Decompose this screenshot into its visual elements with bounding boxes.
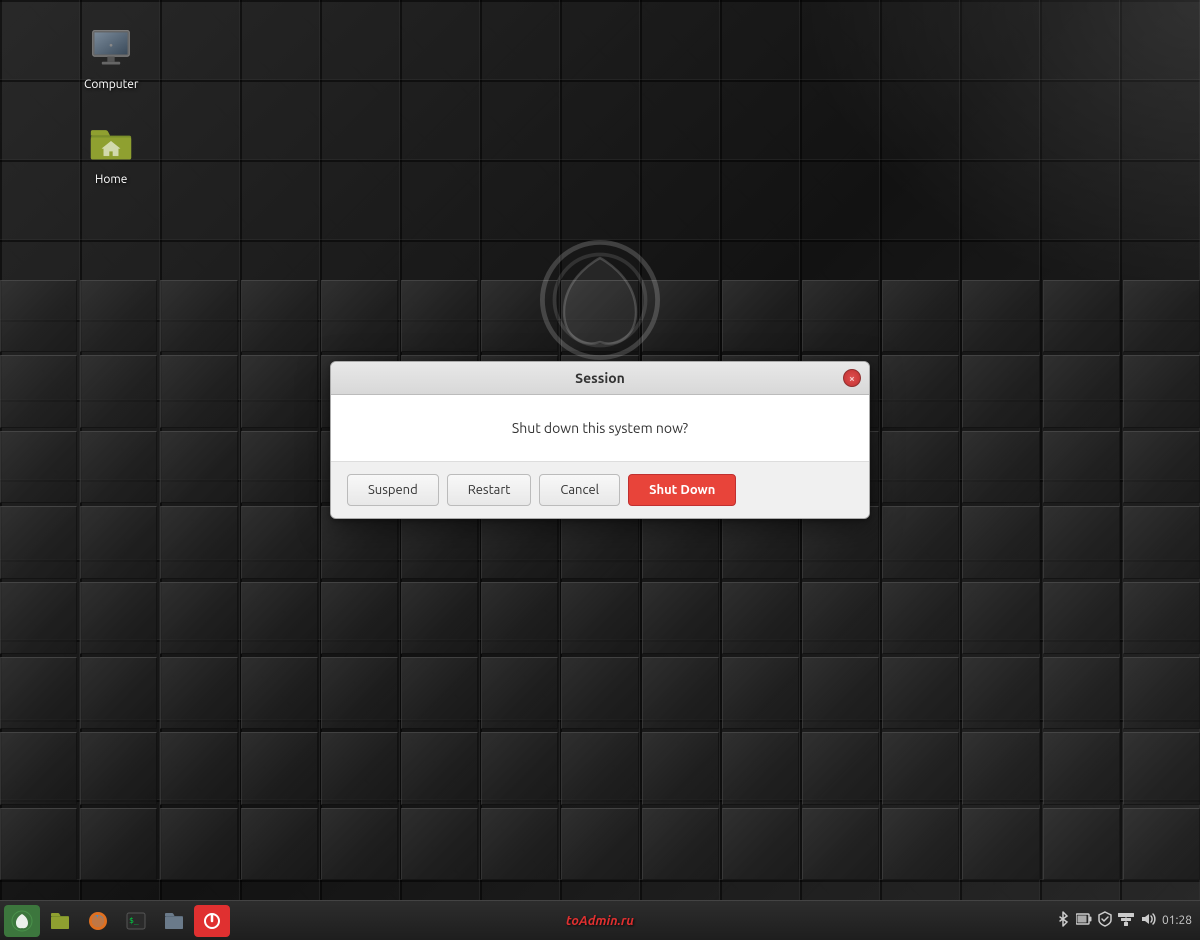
network-symbol [1118, 912, 1134, 926]
close-button[interactable]: × [843, 369, 861, 387]
restart-button[interactable]: Restart [447, 474, 532, 506]
battery-icon[interactable] [1076, 912, 1092, 929]
volume-symbol [1140, 912, 1156, 926]
terminal-icon: $_ [126, 911, 146, 931]
firefox-icon [88, 911, 108, 931]
bluetooth-icon[interactable] [1056, 910, 1070, 931]
session-dialog: Session × Shut down this system now? Sus… [330, 361, 870, 519]
volume-icon[interactable] [1140, 912, 1156, 929]
suspend-button[interactable]: Suspend [347, 474, 439, 506]
close-icon: × [849, 373, 855, 384]
power-icon [202, 911, 222, 931]
modal-overlay: Session × Shut down this system now? Sus… [0, 0, 1200, 940]
taskbar: $_ toAdmin.ru [0, 900, 1200, 940]
files2-icon [164, 911, 184, 931]
shield-symbol [1098, 911, 1112, 927]
cancel-button[interactable]: Cancel [539, 474, 620, 506]
firefox-button[interactable] [80, 905, 116, 937]
branding-text: toAdmin.ru [566, 914, 634, 928]
dialog-body: Shut down this system now? [331, 395, 869, 461]
power-button[interactable] [194, 905, 230, 937]
network-icon[interactable] [1118, 912, 1134, 929]
taskbar-left: $_ [4, 905, 230, 937]
files-button[interactable] [42, 905, 78, 937]
mint-logo-icon [11, 910, 33, 932]
mint-menu-button[interactable] [4, 905, 40, 937]
taskbar-clock: 01:28 [1162, 914, 1192, 927]
taskbar-branding: toAdmin.ru [566, 914, 634, 928]
bluetooth-symbol [1056, 910, 1070, 928]
desktop: // Generate tiles for(let i=0; i<120; i+… [0, 0, 1200, 940]
files2-button[interactable] [156, 905, 192, 937]
dialog-title: Session [575, 370, 625, 386]
files-icon [50, 911, 70, 931]
taskbar-right: 01:28 [1056, 910, 1196, 931]
terminal-button[interactable]: $_ [118, 905, 154, 937]
dialog-message: Shut down this system now? [512, 420, 688, 436]
battery-symbol [1076, 912, 1092, 926]
shield-icon[interactable] [1098, 911, 1112, 930]
dialog-buttons: Suspend Restart Cancel Shut Down [331, 461, 869, 518]
dialog-header: Session × [331, 362, 869, 395]
svg-text:$_: $_ [129, 916, 139, 925]
shutdown-button[interactable]: Shut Down [628, 474, 736, 506]
